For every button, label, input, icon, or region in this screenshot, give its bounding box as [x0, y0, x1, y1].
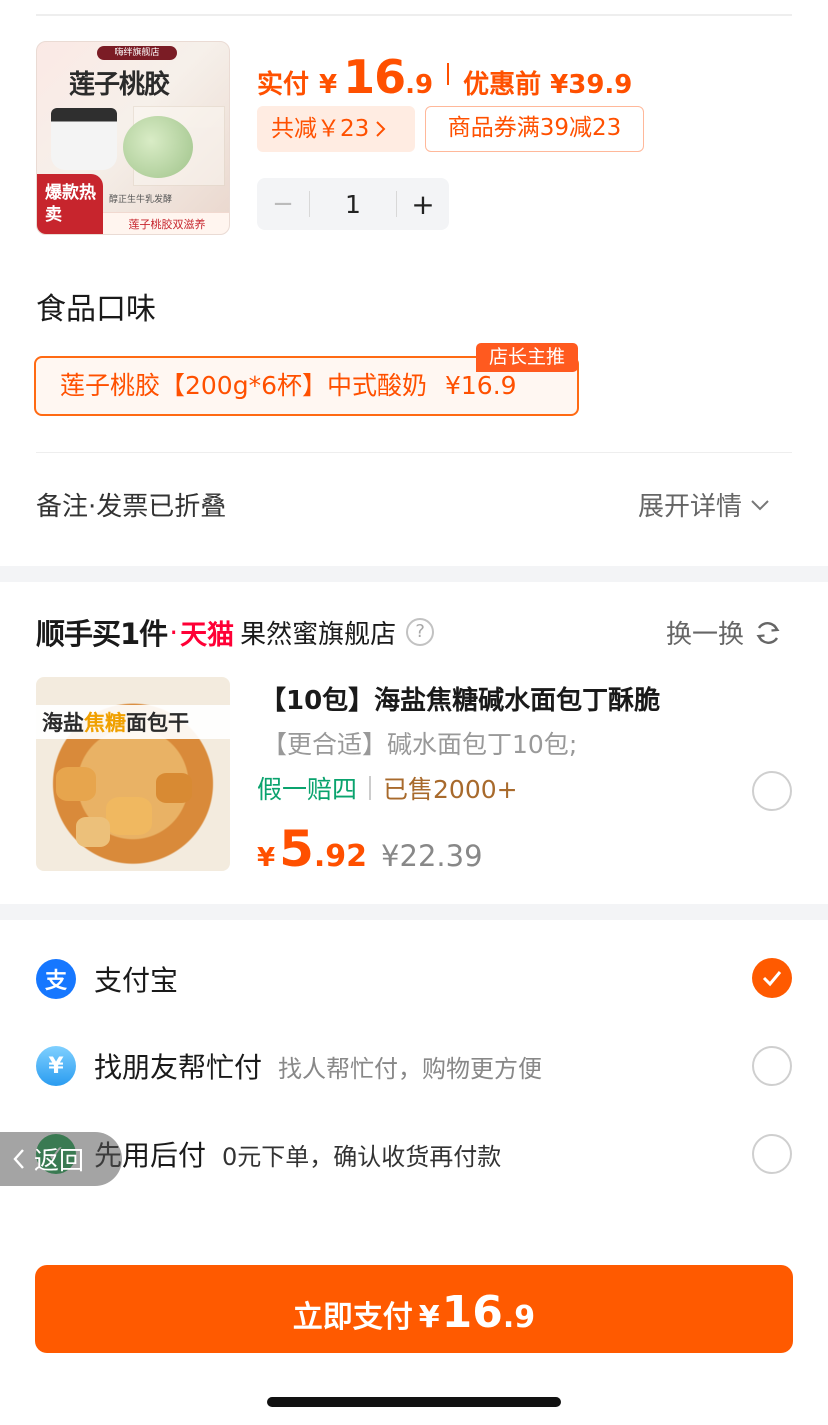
price-separator [447, 63, 450, 85]
addon-price-currency: ¥ [257, 843, 276, 873]
quantity-stepper: − 1 + [257, 178, 449, 230]
actual-price-currency: ¥ [319, 70, 338, 100]
expand-details-label: 展开详情 [638, 492, 743, 522]
discount-detail-chip[interactable]: 共减￥23 [257, 106, 415, 152]
image-detail [56, 767, 96, 801]
friend-pay-icon: ¥ [36, 1046, 76, 1086]
product-image-sub-note: 醇正生牛乳发酵 [109, 195, 173, 205]
payment-method-name: 找朋友帮忙付 [94, 1051, 263, 1084]
pay-now-decimal: .9 [502, 1300, 536, 1335]
pay-now-currency: ¥ [418, 1300, 440, 1335]
actual-price-integer: 16 [343, 50, 406, 104]
product-image-tagline: 莲子桃胶双滋养 [103, 212, 229, 234]
addon-select-radio[interactable] [752, 771, 792, 811]
addon-tags: 假一赔四 已售2000+ [257, 770, 518, 806]
help-icon[interactable]: ? [406, 618, 435, 646]
image-detail [76, 817, 110, 847]
alipay-radio-checked[interactable] [752, 958, 792, 998]
addon-price-integer: 5 [279, 820, 314, 878]
addon-product-desc: 【更合适】碱水面包丁10包; [262, 730, 578, 759]
back-label: 返回 [34, 1146, 85, 1175]
increase-quantity-button[interactable]: + [397, 188, 449, 221]
addon-image-text: 海盐焦糖面包干 [42, 707, 189, 737]
checkmark-icon [762, 971, 782, 987]
addon-image-text-b: 焦糖 [84, 711, 126, 735]
product-image-cup [51, 108, 117, 170]
coupon-chip[interactable]: 商品券满39减23 [425, 106, 644, 152]
addon-price-decimal: .92 [313, 839, 368, 874]
top-divider [36, 14, 792, 16]
product-image-hot-badge: 爆款热卖 [37, 174, 103, 234]
addon-image-text-a: 海盐 [42, 711, 84, 735]
chevron-right-icon [376, 121, 386, 137]
pay-now-integer: 16 [441, 1287, 503, 1338]
payment-method-desc: 0元下单，确认收货再付款 [222, 1142, 502, 1171]
chevron-down-icon [751, 499, 769, 510]
product-image[interactable]: 嗨绊旗舰店 莲子桃胶 醇正生牛乳发酵 爆款热卖 莲子桃胶双滋养 [36, 41, 230, 235]
addon-shop-name[interactable]: 果然蜜旗舰店 [240, 614, 396, 651]
pay-later-radio[interactable] [752, 1134, 792, 1174]
actual-price-line: 实付 ¥ 16 .9 优惠前 ¥39.9 [257, 50, 633, 104]
alipay-icon: 支 [36, 959, 76, 999]
product-image-shop-label: 嗨绊旗舰店 [97, 46, 177, 60]
addon-product-image[interactable]: 海盐焦糖面包干 [36, 677, 230, 871]
discount-detail-label: 共减￥23 [271, 116, 370, 142]
addon-image-text-c: 面包干 [126, 711, 189, 735]
addon-product-name[interactable]: 【10包】海盐焦糖碱水面包丁酥脆 [260, 680, 660, 717]
expand-details-button[interactable]: 展开详情 [638, 486, 770, 523]
actual-price-label: 实付 [257, 70, 310, 100]
flavor-section-title: 食品口味 [36, 292, 156, 327]
addon-original-price: ¥22.39 [381, 839, 483, 873]
recommend-badge: 店长主推 [476, 343, 578, 372]
sold-count: 已售2000+ [383, 775, 518, 804]
tag-separator [369, 776, 372, 800]
pay-now-button[interactable]: 立即支付 ¥ 16 .9 [35, 1265, 793, 1353]
quantity-value[interactable]: 1 [310, 190, 396, 219]
flavor-option-price: ¥16.9 [445, 371, 517, 400]
actual-price-decimal: .9 [405, 70, 434, 100]
section-gap [0, 904, 828, 920]
decrease-quantity-button[interactable]: − [257, 189, 309, 219]
swap-label: 换一换 [666, 620, 745, 650]
chevron-left-icon [13, 1149, 24, 1169]
swap-button[interactable]: 换一换 [666, 614, 782, 651]
section-gap [0, 566, 828, 582]
original-price: 优惠前 ¥39.9 [463, 70, 633, 100]
addon-dot: · [169, 615, 179, 649]
payment-method-name: 支付宝 [94, 964, 179, 997]
addon-title: 顺手买1件 [36, 617, 168, 651]
back-button[interactable]: 返回 [0, 1132, 122, 1186]
payment-method-friend[interactable]: ¥ 找朋友帮忙付 找人帮忙付，购物更方便 [36, 1044, 542, 1088]
payment-method-desc: 找人帮忙付，购物更方便 [278, 1054, 543, 1083]
product-image-brand: 莲子桃胶 [69, 70, 170, 100]
tmall-logo: 天猫 [180, 619, 235, 651]
pay-now-label: 立即支付 [292, 1300, 413, 1335]
friend-pay-radio[interactable] [752, 1046, 792, 1086]
refresh-icon [756, 621, 780, 644]
section-divider [36, 452, 792, 453]
product-image-lotus [123, 116, 193, 178]
addon-header: 顺手买1件 · 天猫 果然蜜旗舰店 ? [36, 612, 435, 652]
addon-price: ¥ 5 .92 ¥22.39 [257, 820, 483, 878]
guarantee-tag: 假一赔四 [257, 775, 358, 804]
payment-method-alipay[interactable]: 支 支付宝 [36, 957, 178, 1001]
flavor-option-label: 莲子桃胶【200g*6杯】中式酸奶 [60, 371, 427, 400]
note-invoice-label: 备注·发票已折叠 [36, 492, 227, 522]
image-detail [106, 797, 152, 835]
image-detail [156, 773, 192, 803]
home-indicator [267, 1397, 561, 1407]
